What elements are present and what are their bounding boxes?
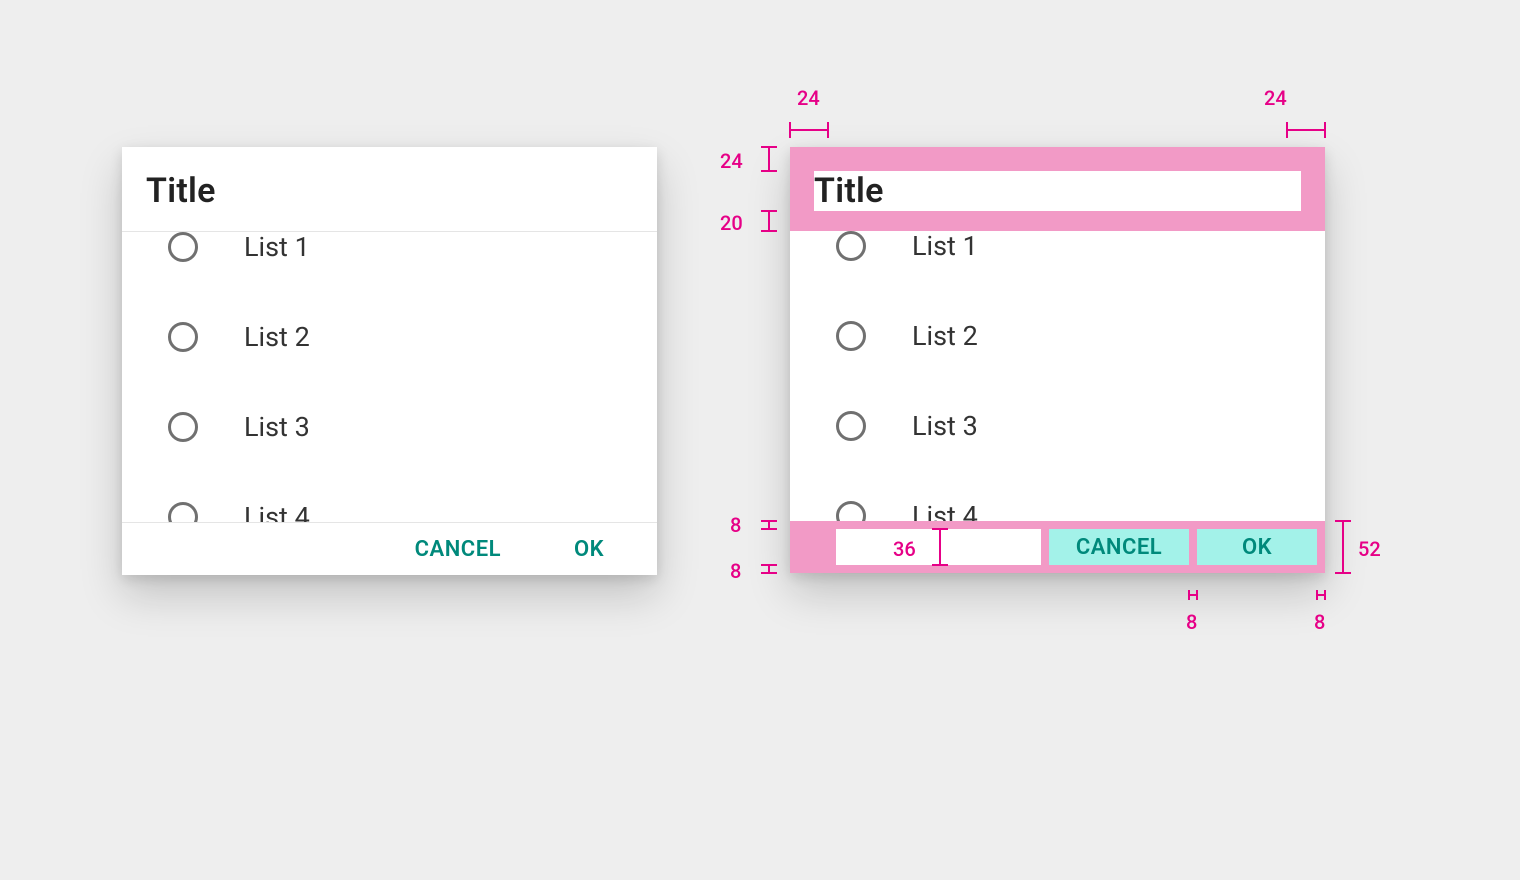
list-item-label: List 3 — [244, 411, 310, 443]
measure-label: 36 — [893, 537, 916, 561]
radio-icon[interactable] — [168, 322, 198, 352]
measure-label: 24 — [797, 86, 820, 110]
measure-label: 52 — [1358, 537, 1381, 561]
list-item[interactable]: List 3 — [168, 382, 657, 472]
dialog-list: List 1 List 2 List 3 List 4 — [122, 232, 657, 522]
radio-icon[interactable] — [168, 412, 198, 442]
list-item[interactable]: List 4 — [168, 472, 657, 522]
dialog-title: Title — [814, 171, 1301, 211]
dialog-example-plain: Title List 1 List 2 List 3 List 4 — [122, 147, 657, 575]
measure-label: 24 — [720, 149, 743, 173]
dialog-header-spec: Title — [790, 147, 1325, 231]
spec-filler — [836, 529, 1041, 565]
list-item-label: List 4 — [912, 500, 978, 521]
list-item-label: List 2 — [244, 321, 310, 353]
list-item-label: List 3 — [912, 410, 978, 442]
dialog-header: Title — [122, 147, 657, 231]
measure-label: 8 — [1186, 610, 1197, 634]
cancel-button[interactable]: CANCEL — [1049, 529, 1189, 565]
list-item[interactable]: List 1 — [836, 231, 1325, 291]
cancel-button[interactable]: CANCEL — [395, 531, 521, 567]
measure-header-pad-top-icon — [754, 147, 784, 173]
radio-icon[interactable] — [836, 411, 866, 441]
list-item[interactable]: List 2 — [168, 292, 657, 382]
measure-label: 20 — [720, 211, 743, 235]
radio-icon[interactable] — [168, 502, 198, 522]
list-item[interactable]: List 2 — [836, 291, 1325, 381]
radio-icon[interactable] — [836, 321, 866, 351]
measure-label: 8 — [730, 559, 741, 583]
dialog-example-spec: Title List 1 List 2 List 3 List 4 — [790, 147, 1325, 573]
dialog-footer-spec: CANCEL OK — [790, 521, 1325, 573]
measure-header-pad-bottom-icon — [754, 211, 784, 233]
radio-icon[interactable] — [168, 232, 198, 262]
measure-side-pad-right-icon — [1287, 100, 1347, 140]
list-item[interactable]: List 3 — [836, 381, 1325, 471]
dialog-list: List 1 List 2 List 3 List 4 — [790, 231, 1325, 521]
list-item-label: List 1 — [912, 231, 978, 262]
measure-footer-pad-bottom-icon — [754, 565, 784, 577]
list-item[interactable]: List 4 — [836, 471, 1325, 521]
measure-label: 8 — [730, 513, 741, 537]
measure-footer-pad-top-icon — [754, 521, 784, 533]
list-item[interactable]: List 1 — [168, 232, 657, 292]
dialog-footer: CANCEL OK — [122, 523, 657, 575]
list-item-label: List 4 — [244, 501, 310, 522]
measure-label: 24 — [1264, 86, 1287, 110]
dialog-title: Title — [146, 171, 633, 211]
radio-icon[interactable] — [836, 231, 866, 261]
measure-label: 8 — [1314, 610, 1325, 634]
list-item-label: List 1 — [244, 232, 310, 263]
ok-button[interactable]: OK — [1197, 529, 1317, 565]
list-item-label: List 2 — [912, 320, 978, 352]
radio-icon[interactable] — [836, 501, 866, 521]
ok-button[interactable]: OK — [529, 531, 649, 567]
